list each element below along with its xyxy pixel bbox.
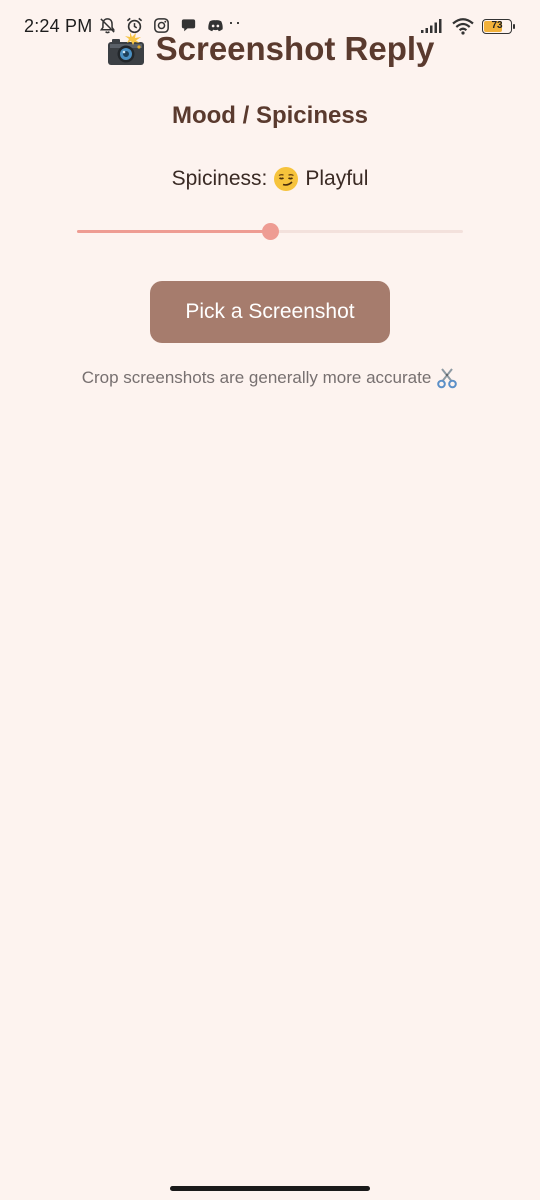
battery-nub bbox=[513, 23, 515, 29]
home-indicator[interactable] bbox=[170, 1186, 370, 1191]
app-title: Screenshot Reply bbox=[0, 30, 540, 68]
spiciness-label-row: Spiciness: Playful bbox=[0, 166, 540, 192]
pick-screenshot-button[interactable]: Pick a Screenshot bbox=[150, 281, 390, 343]
spiciness-value: Playful bbox=[305, 167, 369, 190]
smirk-emoji-icon bbox=[274, 167, 299, 191]
app-title-text: Screenshot Reply bbox=[155, 30, 435, 67]
scissors-icon bbox=[437, 368, 458, 389]
camera-flash-icon bbox=[107, 32, 144, 65]
slider-thumb[interactable] bbox=[262, 223, 279, 240]
section-heading: Mood / Spiciness bbox=[171, 102, 369, 129]
spiciness-slider[interactable] bbox=[77, 220, 463, 242]
hint-row: Crop screenshots are generally more accu… bbox=[0, 367, 540, 389]
slider-active-track bbox=[77, 230, 270, 233]
hint-text: Crop screenshots are generally more accu… bbox=[81, 368, 432, 387]
spiciness-label: Spiciness: bbox=[171, 167, 268, 190]
